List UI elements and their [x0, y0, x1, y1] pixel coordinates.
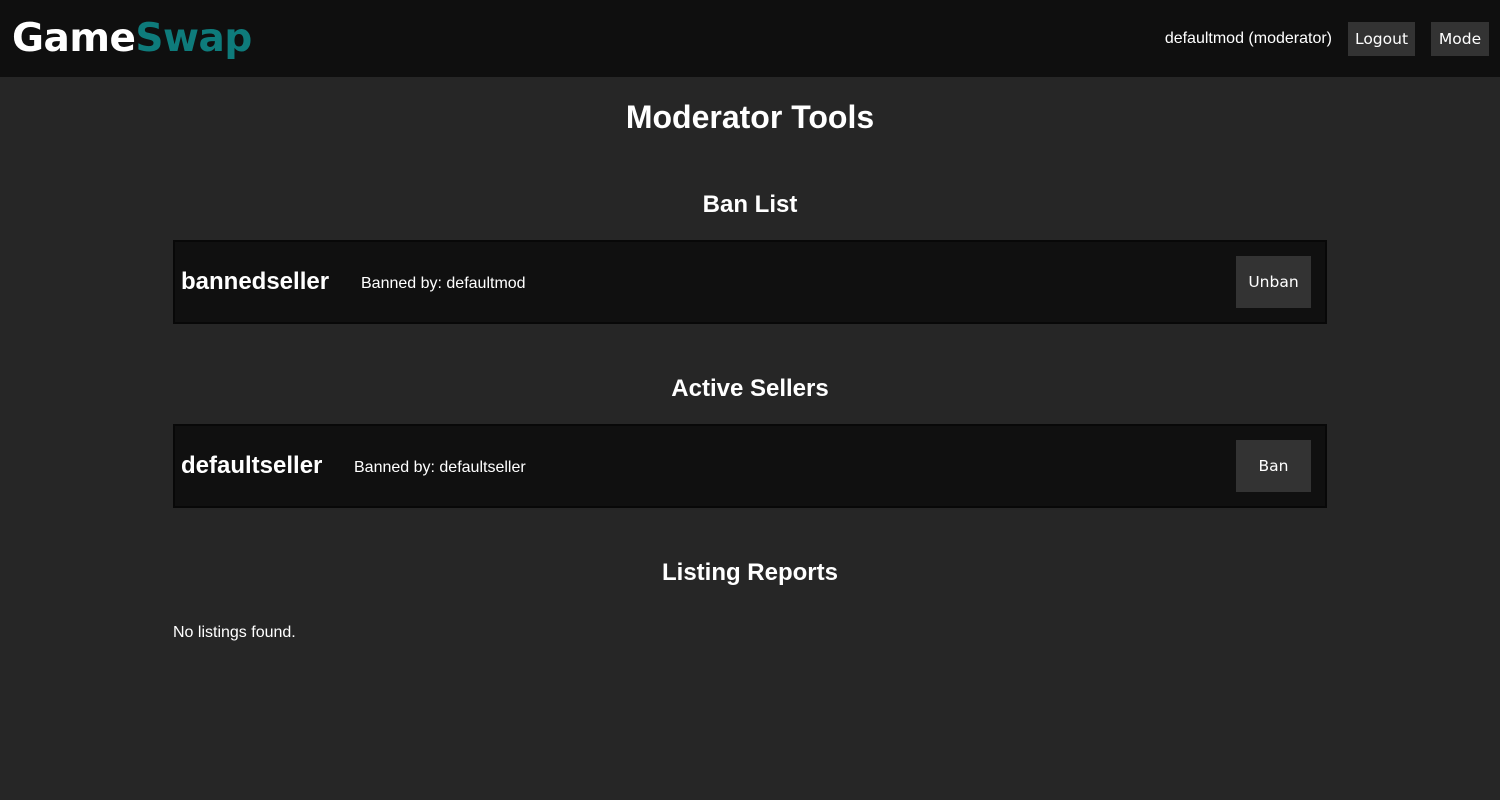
page-title: Moderator Tools — [625, 99, 875, 135]
seller-username: defaultseller — [181, 452, 323, 479]
unban-button[interactable]: Unban — [1236, 256, 1311, 308]
current-user-label: defaultmod (moderator) — [1164, 30, 1332, 47]
banned-by-label: Banned by: defaultmod — [361, 275, 526, 292]
active-sellers-heading: Active Sellers — [671, 375, 829, 402]
ban-list-heading: Ban List — [702, 191, 798, 218]
logout-button[interactable]: Logout — [1348, 22, 1415, 56]
logo-text-game: Game — [12, 16, 136, 61]
top-navbar: GameSwap defaultmod (moderator) Logout M… — [0, 0, 1500, 77]
seller-banned-by-label: Banned by: defaultseller — [354, 459, 526, 476]
ban-list-row: bannedseller Banned by: defaultmod Unban — [173, 240, 1327, 324]
listing-reports-heading: Listing Reports — [661, 559, 838, 586]
active-seller-row: defaultseller Banned by: defaultseller B… — [173, 424, 1327, 508]
no-listings-message: No listings found. — [173, 624, 296, 641]
banned-username: bannedseller — [181, 268, 330, 295]
site-logo[interactable]: GameSwap — [12, 15, 252, 63]
ban-button[interactable]: Ban — [1236, 440, 1311, 492]
logo-text-swap: Swap — [135, 16, 252, 61]
mode-toggle-button[interactable]: Mode — [1431, 22, 1489, 56]
